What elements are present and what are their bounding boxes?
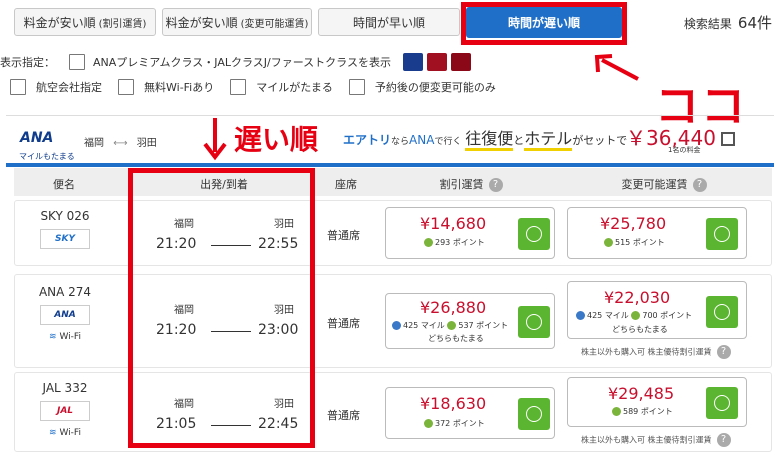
airline-checkbox[interactable]	[10, 79, 26, 95]
filter-wifi[interactable]: 無料Wi-Fiあり	[118, 79, 214, 95]
wifi-checkbox[interactable]	[118, 79, 134, 95]
pointer-arrow-diagonal	[601, 58, 639, 81]
select-discount-button[interactable]	[518, 398, 550, 430]
seat-class: 普通席	[327, 229, 360, 242]
help-icon[interactable]: ?	[488, 178, 503, 192]
header-seat: 座席	[335, 178, 357, 191]
result-count: 検索結果 64件	[683, 14, 772, 32]
filter-row-display: 表示指定： ANAプレミアムクラス・JALクラスJ/ファーストクラスを表示	[0, 53, 471, 71]
help-icon[interactable]: ?	[692, 178, 707, 192]
display-label: 表示指定：	[0, 56, 55, 69]
route-bar: ANA マイルもたまる 福岡 ⟷ 羽田 エアトリならANAで行く 往復便とホテル…	[6, 115, 774, 165]
tab-price-discount[interactable]: 料金が安い順 (割引運賃)	[14, 8, 156, 36]
filter-airline[interactable]: 航空会社指定	[10, 79, 102, 95]
filter-miles[interactable]: マイルがたまる	[230, 79, 333, 95]
filter-row-options: 航空会社指定 無料Wi-Fiあり マイルがたまる 予約後の便変更可能のみ	[10, 79, 512, 95]
changeable-fare-box[interactable]: ¥29,485 589 ポイント	[567, 377, 747, 427]
changeable-fare-box[interactable]: ¥25,780 515 ポイント	[567, 207, 747, 259]
help-icon[interactable]: ?	[716, 345, 731, 359]
tab-highlight-box	[461, 2, 627, 45]
select-discount-button[interactable]	[518, 218, 550, 250]
wifi-badge: ≋ Wi-Fi	[49, 428, 81, 438]
header-changeable: 変更可能運賃?	[564, 176, 764, 192]
jal-first-logo-icon	[450, 53, 471, 71]
promo-price-note: 1名の料金	[668, 146, 701, 154]
discount-fare-box[interactable]: ¥18,630 372 ポイント	[385, 387, 555, 439]
discount-fare-box[interactable]: ¥14,680 293 ポイント	[385, 207, 555, 259]
tab-time-early[interactable]: 時間が早い順	[318, 8, 460, 36]
flight-number: JAL 332	[42, 381, 88, 395]
ana-logo: ANA	[20, 130, 54, 146]
flight-number: ANA 274	[38, 285, 92, 299]
point-icon	[424, 419, 433, 428]
premium-checkbox[interactable]	[69, 54, 85, 70]
discount-fare-box[interactable]: ¥26,880 425 マイル 537 ポイント どちらもたまる	[385, 293, 555, 349]
point-icon	[604, 238, 613, 247]
ana-logo-icon: ANA	[40, 305, 90, 325]
flight-number: SKY 026	[40, 209, 90, 223]
jal-classj-logo-icon	[426, 53, 447, 71]
seat-class: 普通席	[327, 317, 360, 330]
round-trip-arrow-icon: ⟷	[113, 138, 128, 149]
point-icon	[424, 238, 433, 247]
select-changeable-button[interactable]	[706, 296, 738, 328]
mile-icon	[576, 311, 585, 320]
header-discount: 割引運賃?	[386, 176, 556, 192]
header-flight: 便名	[53, 178, 75, 191]
point-icon	[447, 321, 457, 330]
wifi-badge: ≋ Wi-Fi	[49, 332, 81, 342]
route-text: 福岡 ⟷ 羽田	[84, 138, 157, 149]
premium-label: ANAプレミアムクラス・JALクラスJ/ファーストクラスを表示	[93, 56, 391, 69]
promo-text[interactable]: エアトリならANAで行く 往復便とホテルがセットで	[343, 125, 627, 151]
skymark-logo-icon: SKY	[40, 229, 90, 249]
divider-line	[6, 163, 774, 167]
wifi-icon: ≋	[49, 332, 57, 342]
flight-cell: JAL 332 JAL ≋ Wi-Fi	[15, 373, 115, 438]
flight-cell: ANA 274 ANA ≋ Wi-Fi	[15, 275, 115, 342]
mile-icon	[392, 321, 401, 330]
miles-checkbox[interactable]	[230, 79, 247, 95]
pointer-arrowhead-diagonal	[594, 54, 613, 73]
ana-logo-sub: マイルもたまる	[19, 152, 75, 161]
select-changeable-button[interactable]	[706, 218, 738, 250]
jal-logo-icon: JAL	[40, 401, 90, 421]
select-discount-button[interactable]	[518, 306, 550, 338]
wifi-icon: ≋	[49, 428, 57, 438]
shareholder-note: 株主以外も購入可 株主優待割引運賃?	[581, 433, 731, 447]
shareholder-note: 株主以外も購入可 株主優待割引運賃?	[581, 345, 731, 359]
seat-class: 普通席	[327, 409, 360, 422]
point-icon	[612, 407, 621, 416]
changeable-checkbox[interactable]	[348, 79, 365, 95]
external-link-icon[interactable]	[721, 132, 735, 146]
sort-tabs: 料金が安い順 (割引運賃) 料金が安い順 (変更可能運賃) 時間が早い順 時間が遅い…	[0, 0, 780, 45]
point-icon	[631, 311, 641, 320]
filter-changeable[interactable]: 予約後の便変更可能のみ	[348, 79, 496, 95]
flight-cell: SKY 026 SKY	[15, 201, 115, 249]
tab-price-changeable[interactable]: 料金が安い順 (変更可能運賃)	[162, 8, 312, 36]
select-changeable-button[interactable]	[706, 387, 738, 419]
ana-premium-logo-icon	[402, 53, 423, 71]
help-icon[interactable]: ?	[716, 433, 731, 447]
times-column-highlight-box	[128, 168, 315, 448]
changeable-fare-box[interactable]: ¥22,030 425 マイル 700 ポイント どちらもたまる	[567, 281, 747, 339]
